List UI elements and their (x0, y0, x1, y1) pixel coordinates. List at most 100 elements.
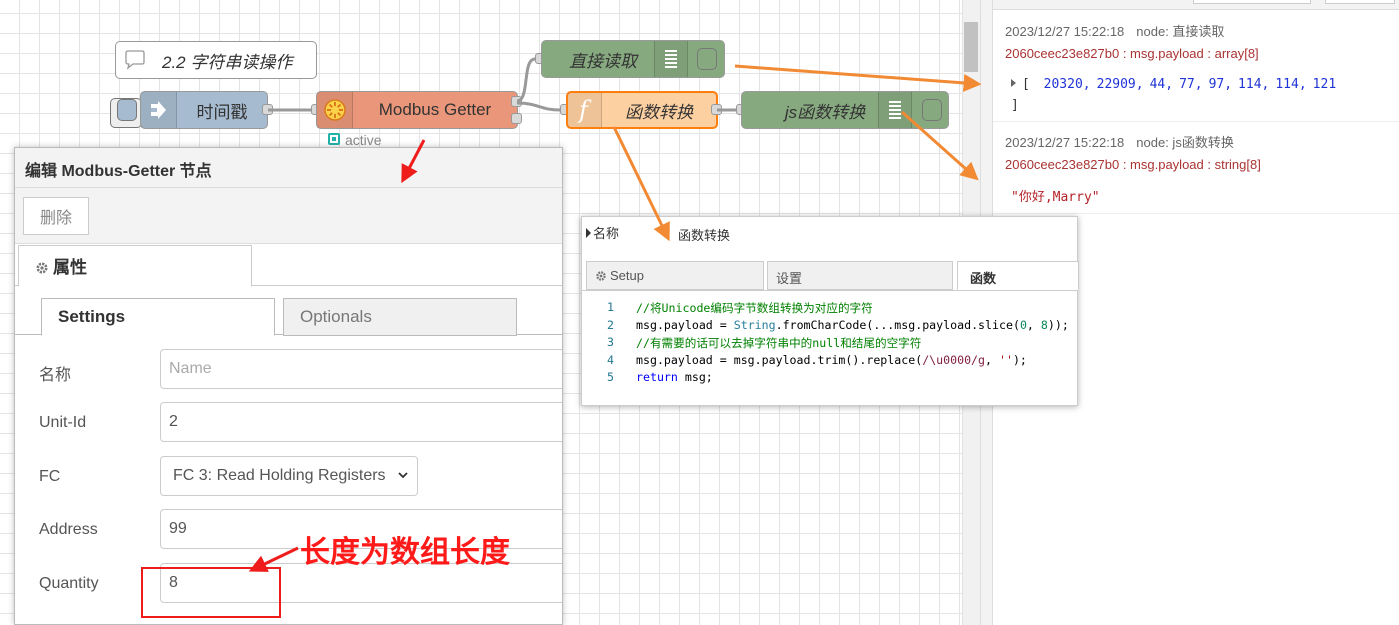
modbus-status-text: active (345, 132, 382, 148)
svg-text:f: f (577, 97, 592, 123)
settings-subtabs: Settings Optionals (15, 288, 562, 336)
list-icon (878, 92, 912, 128)
modbus-output-port-1[interactable] (511, 96, 522, 107)
caret-right-icon (586, 228, 591, 238)
code-line-text: //将Unicode编码字节数组转换为对应的字符 (636, 301, 873, 315)
annotation-label: 长度为数组长度 (300, 535, 510, 570)
code-line-number: 2 (607, 317, 614, 332)
form-row-name: 名称 (15, 349, 562, 393)
sidebar-tab-strip (993, 0, 1399, 10)
arrow-right-icon (141, 92, 177, 128)
code-line-text: return msg; (636, 370, 713, 384)
comment-node[interactable]: 2.2 字符串读操作 (115, 41, 317, 79)
debug-array-item: 114, (1275, 77, 1307, 92)
code-line-number: 3 (607, 335, 614, 349)
tab-settings[interactable]: 设置 (767, 261, 953, 290)
modbus-output-port-2[interactable] (511, 113, 522, 124)
direct-debug-toggle-button[interactable] (697, 48, 717, 70)
list-icon (654, 41, 688, 77)
function-name-row: 名称 函数转换 (582, 217, 1079, 253)
debug-array-value[interactable]: [ 20320, 22909, 44, 77, 97, 114, 114, 121 (1011, 77, 1336, 92)
workspace-scrollbar-thumb[interactable] (964, 22, 978, 72)
inject-output-port[interactable] (262, 104, 273, 115)
code-line-text: msg.payload = String.fromCharCode(...msg… (636, 317, 1069, 332)
code-line: 2 msg.payload = String.fromCharCode(...ms… (582, 318, 1079, 335)
comment-label: 2.2 字符串读操作 (162, 52, 293, 72)
debug-array-item: 44, (1149, 77, 1174, 92)
modbus-getter-label: Modbus Getter (378, 100, 492, 119)
chevron-down-icon (397, 469, 409, 484)
inject-button[interactable] (117, 99, 137, 121)
gear-icon (595, 270, 607, 285)
debug-topic: 2060ceec23e827b0 : msg.payload : string[… (1005, 157, 1261, 172)
sidebar-tab[interactable] (1325, 0, 1395, 4)
function-name-value[interactable]: 函数转换 (678, 225, 730, 244)
debug-array-item: 97, (1208, 77, 1233, 92)
function-label: 函数转换 (625, 102, 693, 122)
debug-array-item: 20320, (1043, 77, 1091, 92)
tray-tabs: 属性 (15, 244, 562, 287)
unit-id-input[interactable] (160, 402, 562, 442)
code-line-text: //有需要的话可以去掉字符串中的null和结尾的空字符 (636, 336, 922, 350)
fc-select[interactable]: FC 3: Read Holding Registers (160, 456, 418, 496)
sidebar-tab[interactable] (1193, 0, 1311, 4)
code-line-text: msg.payload = msg.payload.trim().replace… (636, 352, 1027, 367)
subtab-optionals[interactable]: Optionals (283, 298, 517, 336)
debug-node-name: node: 直接读取 (1136, 24, 1225, 39)
fc-label: FC (39, 468, 61, 485)
delete-button[interactable]: 删除 (23, 197, 89, 235)
expand-caret-icon[interactable] (1011, 79, 1016, 87)
modbus-getter-node[interactable]: Modbus Getter (316, 91, 518, 129)
debug-array-item: 121 (1312, 77, 1337, 92)
code-editor[interactable]: 1 //将Unicode编码字节数组转换为对应的字符 2 msg.payload = … (582, 300, 1079, 400)
name-input[interactable] (160, 349, 562, 389)
tab-setup[interactable]: Setup (586, 261, 764, 290)
code-line: 5 return msg; (582, 370, 1079, 387)
tray-title: 编辑 Modbus-Getter 节点 (15, 148, 562, 188)
address-label: Address (39, 521, 98, 538)
code-line-number: 4 (607, 352, 614, 367)
debug-array-close: ] (1011, 98, 1019, 113)
debug-array-item: 114, (1238, 77, 1270, 92)
annotation-highlight-box (141, 567, 281, 618)
debug-array-item: 22909, (1096, 77, 1144, 92)
js-convert-debug-node[interactable]: js函数转换 (741, 91, 949, 129)
tab-function[interactable]: 函数 (957, 261, 1079, 290)
inject-node[interactable]: 时间戳 (140, 91, 268, 129)
debug-topic: 2060ceec23e827b0 : msg.payload : array[8… (1005, 46, 1259, 61)
comment-icon (122, 47, 148, 73)
debug-timestamp: 2023/12/27 15:22:18 (1005, 135, 1125, 150)
status-indicator-icon (328, 133, 340, 145)
unit-id-label: Unit-Id (39, 414, 87, 431)
inject-label: 时间戳 (196, 102, 248, 122)
direct-debug-label: 直接读取 (569, 51, 637, 71)
debug-message-meta: 2023/12/27 15:22:18 node: js函数转换 (1005, 132, 1234, 151)
subtab-settings[interactable]: Settings (41, 298, 275, 336)
debug-string-value: "你好,Marry" (1011, 190, 1100, 205)
tab-properties[interactable]: 属性 (18, 245, 252, 287)
function-name-label: 名称 (586, 223, 619, 242)
code-line-number: 5 (607, 370, 614, 384)
code-line: 3 //有需要的话可以去掉字符串中的null和结尾的空字符 (582, 335, 1079, 352)
code-line: 4 msg.payload = msg.payload.trim().replac… (582, 353, 1079, 370)
debug-node-name: node: js函数转换 (1136, 135, 1234, 150)
quantity-label: Quantity (39, 575, 99, 592)
debug-timestamp: 2023/12/27 15:22:18 (1005, 24, 1125, 39)
function-node[interactable]: f 函数转换 (566, 91, 718, 129)
tray-toolbar: 删除 (15, 188, 562, 244)
code-line-number: 1 (607, 300, 614, 314)
form-row-fc: FC FC 3: Read Holding Registers (15, 456, 562, 500)
function-icon: f (568, 93, 602, 127)
debug-message: 2023/12/27 15:22:18 node: 直接读取 2060ceec23… (993, 11, 1399, 122)
code-line: 1 //将Unicode编码字节数组转换为对应的字符 (582, 300, 1079, 317)
js-debug-toggle-button[interactable] (922, 99, 942, 121)
tab-properties-label: 属性 (53, 258, 87, 277)
function-output-port[interactable] (711, 104, 722, 115)
modbus-icon (317, 92, 353, 128)
fc-selected-value: FC 3: Read Holding Registers (173, 467, 386, 484)
name-label: 名称 (39, 367, 72, 384)
debug-message: 2023/12/27 15:22:18 node: js函数转换 2060ceec… (993, 122, 1399, 214)
debug-array-item: 77, (1179, 77, 1203, 92)
gear-icon (35, 260, 49, 280)
function-editor-popup: 名称 函数转换 Setup 设置 函数 1 //将Unicode编码字节数组转换为… (581, 216, 1079, 406)
